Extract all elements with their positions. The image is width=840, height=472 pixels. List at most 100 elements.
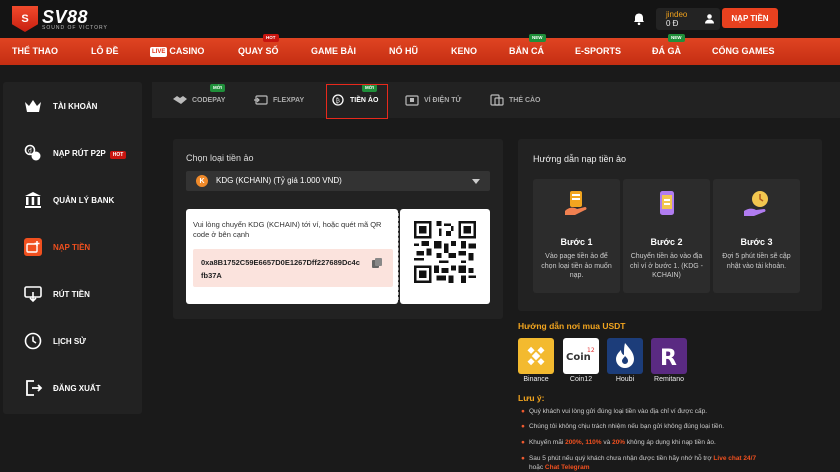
site-logo[interactable]: S SV88 SOUND OF VICTORY [12, 6, 108, 32]
sidebar-item-logout[interactable]: ĐĂNG XUẤT [3, 373, 142, 403]
nav-cockfight[interactable]: ĐÁ GÀ NEW [652, 34, 685, 65]
copy-icon[interactable] [371, 257, 383, 269]
step-title: Bước 3 [740, 237, 773, 247]
deposit-button[interactable]: NẠP TIỀN [722, 8, 778, 28]
nav-keno[interactable]: KENO [451, 38, 477, 65]
nav-card-games[interactable]: GAME BÀI [311, 38, 356, 65]
timer-hand-icon [744, 191, 768, 216]
note-text: và [601, 439, 613, 446]
nav-fishing[interactable]: BẮN CÁ NEW [509, 34, 546, 65]
note-item-continued: hoặc Chat Telegram [529, 463, 590, 472]
nav-fishing-label: BẮN CÁ [509, 46, 544, 56]
step-title: Bước 2 [650, 237, 683, 247]
username: jindeo [666, 10, 688, 19]
crypto-select-dropdown[interactable]: K KDG (KCHAIN) (Tỷ giá 1.000 VND) [186, 171, 490, 191]
sidebar-item-label: NẠP TIỀN [53, 242, 91, 252]
sidebar-item-p2p[interactable]: ₫ NẠP RÚT P2P HOT [3, 138, 142, 168]
nav-lottery[interactable]: LÔ ĐỀ [91, 38, 119, 65]
houbi-logo[interactable] [607, 338, 643, 374]
crypto-deposit-panel: Chọn loại tiền ảo K KDG (KCHAIN) (Tỷ giá… [173, 139, 503, 319]
svg-text:12: 12 [587, 347, 595, 354]
step-description: Đợi 5 phút tiền sẽ cập nhật vào tài khoả… [722, 253, 791, 270]
step-description: Vào page tiền ảo để chọn loại tiền ảo mu… [541, 253, 612, 279]
note-text: Khuyến mãi [528, 439, 566, 446]
sidebar-item-label: QUẢN LÝ BANK [53, 195, 115, 205]
guide-title: Hướng dẫn nạp tiền ảo [533, 154, 626, 164]
sidebar-item-bank[interactable]: QUẢN LÝ BANK [3, 185, 142, 215]
qr-section [400, 209, 490, 304]
selected-crypto: KDG (KCHAIN) (Tỷ giá 1.000 VND) [216, 176, 342, 185]
deposit-icon [24, 238, 42, 256]
scratch-card-icon [490, 94, 504, 106]
sidebar-item-withdraw[interactable]: RÚT TIỀN [3, 279, 142, 309]
card-arrow-icon [254, 95, 268, 105]
tab-label: VÍ ĐIỆN TỬ [424, 96, 462, 104]
live-tag: LIVE [150, 46, 168, 57]
bank-icon [25, 192, 41, 208]
history-clock-icon [24, 332, 42, 350]
nav-esports[interactable]: E-SPORTS [575, 38, 621, 65]
binance-logo[interactable] [518, 338, 554, 374]
nav-quay-so[interactable]: QUAY SỐ HOT [238, 34, 279, 65]
sidebar-item-label: NẠP RÚT P2P HOT [53, 149, 127, 159]
user-icon [705, 14, 714, 24]
tab-ewallet[interactable]: VÍ ĐIỆN TỬ [404, 82, 461, 118]
note-item: ● Chúng tôi không chịu trách nhiệm nếu bạ… [521, 422, 724, 431]
note-text: Sau 5 phút nếu quý khách chưa nhận được … [528, 455, 714, 462]
guide-step-1: Bước 1 Vào page tiền ảo để chọn loại tiề… [533, 179, 620, 293]
hot-badge: HOT [109, 150, 127, 159]
binance-icon [527, 346, 545, 366]
tab-codepay[interactable]: CODEPAY MỚI [172, 82, 225, 118]
buy-usdt-title: Hướng dẫn nơi mua USDT [518, 321, 626, 331]
withdraw-icon [24, 286, 42, 303]
live-chat-link[interactable]: Live chat 24/7 [713, 455, 756, 462]
bell-icon[interactable] [632, 12, 646, 26]
crypto-select-label: Chọn loại tiền ảo [186, 153, 254, 163]
note-item: ● Khuyến mãi 200%, 110% và 20% không áp d… [521, 438, 716, 447]
tab-label: CODEPAY [192, 96, 226, 104]
promo-percent: 200%, 110% [565, 439, 602, 446]
new-badge: NEW [668, 34, 685, 42]
logout-icon [26, 380, 43, 396]
exchange-name: Remitano [654, 376, 684, 383]
exchange-name: Coin12 [569, 376, 593, 383]
telegram-chat-link[interactable]: Chat Telegram [545, 464, 590, 471]
wallet-address-box[interactable]: 0xa8B1752C59E6657D0E1267Dff227689Dc4cfb3… [193, 249, 393, 287]
p2p-exchange-icon: ₫ [24, 144, 41, 161]
logo-tagline: SOUND OF VICTORY [42, 24, 108, 31]
remitano-logo[interactable]: R [651, 338, 687, 374]
bullet-icon: ● [521, 439, 525, 446]
user-balance-box[interactable]: jindeo 0 Đ [656, 8, 720, 30]
sidebar-item-label: RÚT TIỀN [53, 289, 90, 299]
active-tab-highlight [326, 84, 388, 119]
sidebar-item-history[interactable]: LỊCH SỬ [3, 326, 142, 356]
new-badge: MỚI [210, 84, 225, 92]
tab-scratch-card[interactable]: THẺ CÀO [489, 82, 541, 118]
coin12-logo[interactable]: Coin 12 [563, 338, 599, 374]
wallet-address: 0xa8B1752C59E6657D0E1267Dff227689Dc4cfb3… [201, 258, 360, 280]
nav-casino-label: CASINO [169, 46, 205, 56]
nav-quay-so-label: QUAY SỐ [238, 46, 279, 56]
sidebar-item-deposit[interactable]: NẠP TIỀN [3, 232, 142, 262]
wallet-hand-icon [565, 191, 587, 215]
nav-cockfight-label: ĐÁ GÀ [652, 46, 681, 56]
kdg-coin-icon: K [196, 175, 208, 187]
chevron-down-icon [472, 179, 480, 184]
tab-label: FLEXPAY [273, 96, 305, 104]
exchange-name: Binance [523, 376, 549, 383]
guide-step-3: Bước 3 Đợi 5 phút tiền sẽ cập nhật vào t… [713, 179, 800, 293]
coin12-icon: Coin12 [566, 347, 595, 363]
nav-game-portal[interactable]: CỔNG GAMES [712, 38, 775, 65]
tab-flexpay[interactable]: FLEXPAY [253, 82, 304, 118]
note-text: hoặc [529, 464, 545, 471]
handshake-icon [173, 96, 187, 104]
note-text: Quý khách vui lòng gửi đúng loại tiền và… [528, 408, 708, 415]
account-sidebar: TÀI KHOẢN ₫ NẠP RÚT P2P HOT QUẢN LÝ BANK … [3, 82, 142, 414]
nav-slots[interactable]: NỔ HŨ [389, 38, 418, 65]
nav-casino[interactable]: LIVE CASINO [150, 38, 204, 65]
logo-shield-icon: S [12, 6, 38, 32]
sidebar-item-account[interactable]: TÀI KHOẢN [3, 91, 142, 121]
deposit-guide: Hướng dẫn nạp tiền ảo Bước 1 Vào page ti… [518, 139, 822, 311]
nav-sports[interactable]: THỂ THAO [12, 38, 58, 65]
note-text: Chúng tôi không chịu trách nhiệm nếu bạn… [528, 423, 725, 430]
